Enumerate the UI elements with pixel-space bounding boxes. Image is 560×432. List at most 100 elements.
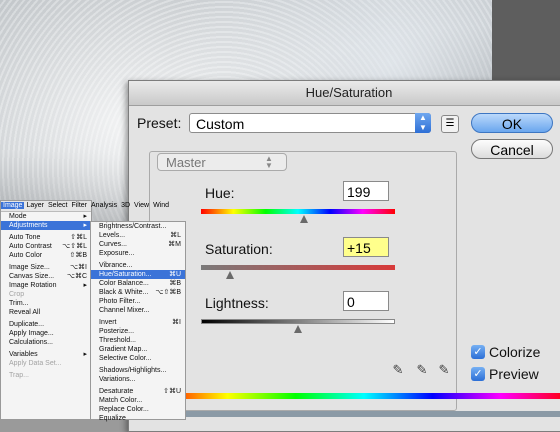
image-menu-item[interactable]: Calculations... bbox=[1, 338, 91, 347]
preset-options-icon[interactable]: ☰ bbox=[441, 115, 459, 133]
colorize-checkbox[interactable]: ✓ bbox=[471, 345, 485, 359]
menubar-item-filter[interactable]: Filter bbox=[69, 202, 89, 209]
adjustments-menu-item[interactable]: Channel Mixer... bbox=[91, 306, 185, 315]
image-menu-item[interactable]: Reveal All bbox=[1, 308, 91, 317]
image-menu-item[interactable]: Variables ▸ bbox=[1, 350, 91, 359]
image-menu-item[interactable]: Canvas Size... ⌥⌘C bbox=[1, 272, 91, 281]
image-menu-item[interactable]: Adjustments ▸ bbox=[1, 221, 91, 230]
adjustments-menu-item-label: Curves... bbox=[99, 241, 128, 248]
image-menu-item[interactable]: Trim... bbox=[1, 299, 91, 308]
image-menu-item-label: Duplicate... bbox=[9, 321, 45, 328]
adjustments-menu-item[interactable]: Threshold... bbox=[91, 336, 185, 345]
menubar-item-view[interactable]: View bbox=[132, 202, 151, 209]
hue-input[interactable]: 199 bbox=[343, 181, 389, 201]
adjustments-menu-item-label: Exposure... bbox=[99, 250, 135, 257]
image-menu-item-shortcut: ⌥⇧⌘L bbox=[62, 243, 87, 250]
menubar: Image Layer Select Filter Analysis 3D View Wind bbox=[1, 201, 169, 212]
image-menu-item[interactable]: Apply Image... bbox=[1, 329, 91, 338]
preview-checkbox[interactable]: ✓ bbox=[471, 367, 485, 381]
adjustments-menu-item-label: Replace Color... bbox=[99, 406, 149, 413]
image-menu-item[interactable]: Auto Contrast ⌥⇧⌘L bbox=[1, 242, 91, 251]
adjustments-menu-item[interactable]: Vibrance... bbox=[91, 261, 185, 270]
menubar-item-layer[interactable]: Layer bbox=[24, 202, 46, 209]
menubar-item-select[interactable]: Select bbox=[46, 202, 69, 209]
eyedropper-icon[interactable]: ✎ bbox=[391, 363, 405, 377]
image-menu-item-shortcut: ⌥⌘C bbox=[66, 273, 87, 280]
preview-label: Preview bbox=[489, 366, 539, 382]
adjustments-menu-item[interactable]: Exposure... bbox=[91, 249, 185, 258]
adjustments-menu-item[interactable]: Variations... bbox=[91, 375, 185, 384]
adjustments-menu-item[interactable]: Color Balance... ⌘B bbox=[91, 279, 185, 288]
menubar-item-analysis[interactable]: Analysis bbox=[89, 202, 119, 209]
eyedropper-minus-icon[interactable]: ✎ bbox=[437, 363, 451, 377]
lightness-slider-track[interactable] bbox=[201, 319, 395, 324]
adjustments-menu-item-shortcut: ⌘M bbox=[168, 241, 181, 248]
image-menu-item[interactable]: Auto Tone ⇧⌘L bbox=[1, 233, 91, 242]
image-menu-item-label: Apply Data Set... bbox=[9, 360, 62, 367]
adjustments-menu-item-label: Match Color... bbox=[99, 397, 143, 404]
adjustments-menu-item[interactable]: Shadows/Highlights... bbox=[91, 366, 185, 375]
adjustments-menu-item-label: Invert bbox=[99, 319, 117, 326]
adjustments-menu-item[interactable]: Gradient Map... bbox=[91, 345, 185, 354]
image-menu-item[interactable]: Image Size... ⌥⌘I bbox=[1, 263, 91, 272]
preset-label: Preset: bbox=[137, 115, 182, 131]
image-menu-item-shortcut: ▸ bbox=[83, 213, 87, 220]
adjustments-menu-item-label: Black & White... bbox=[99, 289, 149, 296]
hue-slider-track[interactable] bbox=[201, 209, 395, 214]
image-menu-item-label: Apply Image... bbox=[9, 330, 54, 337]
adjustments-menu-item[interactable]: Black & White... ⌥⇧⌘B bbox=[91, 288, 185, 297]
saturation-input[interactable]: +15 bbox=[343, 237, 389, 257]
image-menu-item: Trap... bbox=[1, 371, 91, 380]
hue-label: Hue: bbox=[205, 185, 235, 201]
image-menu-item[interactable]: Mode ▸ bbox=[1, 212, 91, 221]
menubar-item-image[interactable]: Image bbox=[1, 202, 25, 209]
lightness-slider-thumb[interactable] bbox=[294, 325, 302, 333]
adjustments-menu-item[interactable]: Hue/Saturation... ⌘U bbox=[91, 270, 185, 279]
hue-slider-thumb[interactable] bbox=[299, 215, 308, 223]
adjustments-menu-item-shortcut: ⌥⇧⌘B bbox=[155, 289, 181, 296]
adjustments-menu-item-label: Gradient Map... bbox=[99, 346, 148, 353]
menubar-item-3d[interactable]: 3D bbox=[119, 202, 132, 209]
adjustments-menu-item[interactable]: Brightness/Contrast... bbox=[91, 222, 185, 231]
saturation-slider-thumb[interactable] bbox=[226, 271, 235, 279]
image-menu-item-shortcut: ⇧⌘B bbox=[69, 252, 87, 259]
image-menu-item-label: Auto Tone bbox=[9, 234, 41, 241]
adjustments-menu-item-label: Levels... bbox=[99, 232, 126, 239]
adjustments-menu-item[interactable]: Replace Color... bbox=[91, 405, 185, 414]
image-menu-item[interactable]: Duplicate... bbox=[1, 320, 91, 329]
colorize-label: Colorize bbox=[489, 344, 541, 360]
image-menu-item-shortcut: ▸ bbox=[83, 351, 87, 358]
cancel-button[interactable]: Cancel bbox=[471, 139, 553, 159]
saturation-slider-track[interactable] bbox=[201, 265, 395, 270]
image-menu-item: Crop bbox=[1, 290, 91, 299]
image-menu-item-label: Reveal All bbox=[9, 309, 41, 316]
adjustments-menu-item[interactable]: Curves... ⌘M bbox=[91, 240, 185, 249]
adjustments-menu-item[interactable]: Desaturate ⇧⌘U bbox=[91, 387, 185, 396]
adjustments-menu-item-label: Selective Color... bbox=[99, 355, 152, 362]
image-menu-item-label: Image Size... bbox=[9, 264, 50, 271]
adjustments-menu-item[interactable]: Equalize bbox=[91, 414, 185, 423]
image-menu-item-shortcut: ▸ bbox=[83, 222, 87, 229]
preset-select[interactable]: Custom bbox=[189, 113, 431, 133]
ok-button[interactable]: OK bbox=[471, 113, 553, 133]
menubar-item-wind[interactable]: Wind bbox=[151, 202, 171, 209]
adjustments-menu-item[interactable]: Selective Color... bbox=[91, 354, 185, 363]
adjustments-menu-item[interactable]: Photo Filter... bbox=[91, 297, 185, 306]
adjustments-menu-item-label: Threshold... bbox=[99, 337, 136, 344]
adjustments-menu-item[interactable]: Posterize... bbox=[91, 327, 185, 336]
adjustments-menu-item-shortcut: ⌘L bbox=[170, 232, 181, 239]
image-menu: Image Layer Select Filter Analysis 3D View Wind… bbox=[0, 200, 169, 420]
image-menu-item-shortcut: ⌥⌘I bbox=[69, 264, 87, 271]
adjustments-menu-item-label: Photo Filter... bbox=[99, 298, 141, 305]
preset-select-arrows-icon[interactable]: ▲ ▼ bbox=[415, 113, 431, 133]
lightness-input[interactable]: 0 bbox=[343, 291, 389, 311]
image-menu-item[interactable]: Auto Color ⇧⌘B bbox=[1, 251, 91, 260]
dialog-title: Hue/Saturation bbox=[129, 81, 560, 106]
adjustments-menu-item[interactable]: Invert ⌘I bbox=[91, 318, 185, 327]
eyedropper-plus-icon[interactable]: ✎ bbox=[415, 363, 429, 377]
adjustments-menu-item[interactable]: Match Color... bbox=[91, 396, 185, 405]
image-menu-item[interactable]: Image Rotation ▸ bbox=[1, 281, 91, 290]
image-menu-item-label: Adjustments bbox=[9, 222, 48, 229]
image-menu-item-label: Calculations... bbox=[9, 339, 53, 346]
adjustments-menu-item[interactable]: Levels... ⌘L bbox=[91, 231, 185, 240]
